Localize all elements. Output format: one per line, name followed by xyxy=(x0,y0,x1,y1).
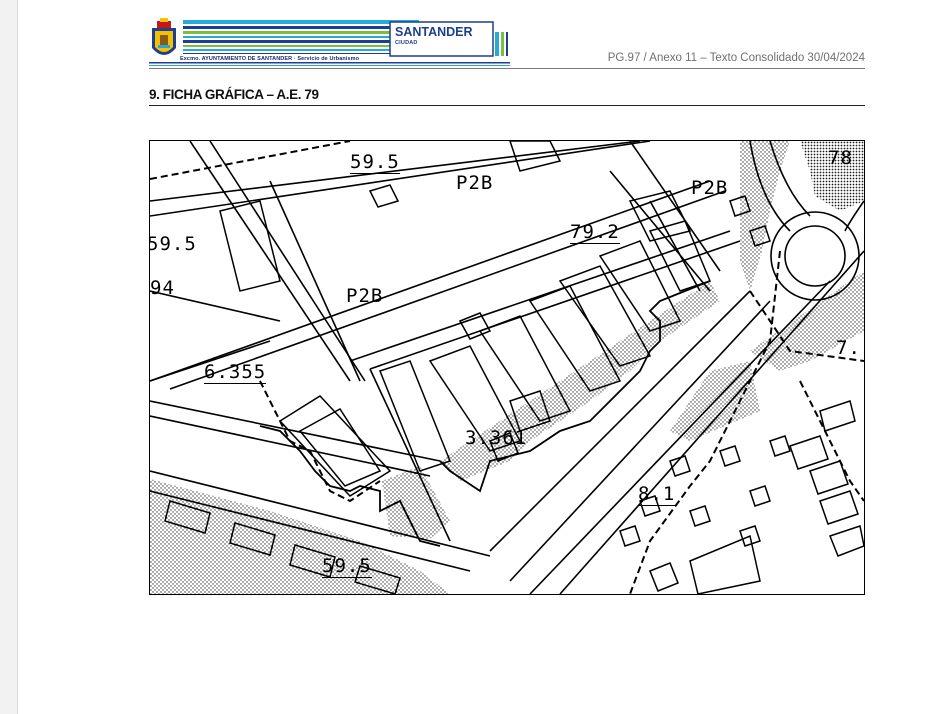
map-label-number: 8.1 xyxy=(638,483,676,506)
map-label-height: 59.5 xyxy=(350,151,400,174)
section-title-rule xyxy=(149,105,865,106)
header-rule xyxy=(149,68,865,69)
map-label-height: 59.5 xyxy=(322,555,372,578)
map-label-zone: P2B xyxy=(691,177,729,199)
document-reference: PG.97 / Anexo 11 – Texto Consolidado 30/… xyxy=(607,52,865,64)
map-label-height: 59.5 xyxy=(149,233,197,255)
coat-of-arms-icon xyxy=(152,18,176,55)
map-label-number: 78 xyxy=(828,147,853,169)
map-label-number: 7. xyxy=(836,337,861,359)
map-label-number: 79.2 xyxy=(570,221,620,244)
section-title: 9. FICHA GRÁFICA – A.E. 79 xyxy=(149,87,319,102)
logo-caption: Excmo. AYUNTAMIENTO DE SANTANDER · Servi… xyxy=(180,56,360,62)
document-page: Excmo. AYUNTAMIENTO DE SANTANDER · Servi… xyxy=(17,0,925,714)
map-label-number: 6.355 xyxy=(204,361,267,384)
santander-logo-banner: Excmo. AYUNTAMIENTO DE SANTANDER · Servi… xyxy=(149,18,510,66)
map-label-zone: P2B xyxy=(456,172,494,194)
cadastral-map: 59.5 P2B P2B 78 79.2 59.5 94 P2B 6.355 7… xyxy=(149,140,865,595)
map-label-number: 94 xyxy=(150,277,175,299)
map-label-area: 3.361 xyxy=(465,427,528,449)
logo-sub-text: CIUDAD xyxy=(395,40,418,46)
logo-brand-text: SANTANDER xyxy=(395,25,473,39)
map-label-zone: P2B xyxy=(346,285,384,307)
